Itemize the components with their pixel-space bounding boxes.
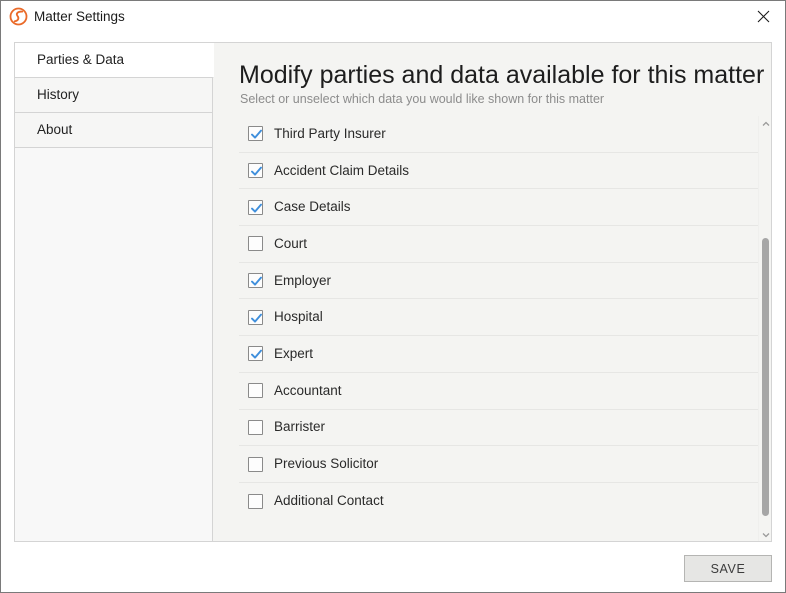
list-item-label: Expert: [274, 345, 314, 361]
list-item[interactable]: Accident Claim Details: [239, 152, 758, 190]
matter-settings-dialog: Matter Settings Parties & Data History A…: [0, 0, 786, 593]
list-item-label: Court: [274, 235, 308, 251]
content-area: Modify parties and data available for th…: [213, 43, 771, 541]
sidebar-item-history[interactable]: History: [15, 78, 212, 113]
checkbox-unchecked[interactable]: [248, 236, 263, 252]
list-scrollbar[interactable]: [758, 116, 771, 541]
scrollbar-thumb[interactable]: [762, 238, 769, 516]
list-item[interactable]: Barrister: [239, 409, 758, 447]
list-item[interactable]: Employer: [239, 262, 758, 300]
sidebar-item-about[interactable]: About: [15, 113, 212, 148]
checkbox-checked[interactable]: [248, 273, 263, 289]
save-button[interactable]: SAVE: [684, 555, 772, 582]
list-item-label: Case Details: [274, 199, 351, 215]
list-item[interactable]: Accountant: [239, 372, 758, 410]
list-item[interactable]: Court: [239, 226, 758, 263]
checkbox-checked[interactable]: [248, 163, 263, 179]
checkbox-checked[interactable]: [248, 199, 263, 215]
dialog-footer: SAVE: [1, 542, 785, 592]
checkbox-checked[interactable]: [248, 126, 263, 142]
scroll-down-button[interactable]: [759, 527, 771, 541]
list-item-label: Accountant: [274, 382, 342, 398]
checkbox-unchecked[interactable]: [248, 383, 263, 399]
checkbox-unchecked[interactable]: [248, 419, 263, 435]
list-item[interactable]: Previous Solicitor: [239, 446, 758, 483]
checkbox-unchecked[interactable]: [248, 493, 263, 509]
settings-panel: Parties & Data History About Modify part…: [14, 42, 772, 542]
parties-data-list: Third Party Insurer Accident Claim Detail…: [239, 116, 758, 520]
list-item[interactable]: Expert: [239, 336, 758, 373]
list-item-label: Third Party Insurer: [274, 125, 386, 141]
close-icon: [757, 10, 770, 23]
list-item[interactable]: Case Details: [239, 189, 758, 227]
window-title: Matter Settings: [34, 9, 125, 24]
list-item[interactable]: Hospital: [239, 299, 758, 337]
parties-data-list-region: Third Party Insurer Accident Claim Detail…: [239, 116, 771, 541]
sidebar-tabs: Parties & Data History About: [15, 43, 214, 541]
sidebar-item-parties-and-data[interactable]: Parties & Data: [15, 43, 214, 78]
list-item[interactable]: Additional Contact: [239, 482, 758, 520]
chevron-up-icon: [762, 116, 770, 132]
list-item-label: Additional Contact: [274, 493, 384, 509]
close-button[interactable]: [741, 1, 785, 31]
sidebar-item-label: History: [37, 87, 80, 102]
smokeball-logo-icon: [9, 7, 28, 26]
chevron-down-icon: [762, 525, 770, 541]
list-item[interactable]: Third Party Insurer: [239, 116, 758, 153]
list-item-label: Barrister: [274, 419, 326, 435]
page-title: Modify parties and data available for th…: [239, 61, 765, 89]
checkbox-checked[interactable]: [248, 309, 263, 325]
page-subtitle: Select or unselect which data you would …: [240, 92, 605, 106]
checkbox-unchecked[interactable]: [248, 456, 263, 472]
checkbox-checked[interactable]: [248, 346, 263, 362]
sidebar-item-label: Parties & Data: [37, 52, 125, 67]
scroll-up-button[interactable]: [759, 116, 771, 130]
title-bar: Matter Settings: [1, 1, 785, 32]
list-item-label: Employer: [274, 272, 332, 288]
list-item-label: Hospital: [274, 309, 323, 325]
list-item-label: Accident Claim Details: [274, 162, 410, 178]
list-item-label: Previous Solicitor: [274, 456, 379, 472]
sidebar-item-label: About: [37, 122, 73, 137]
save-button-label: SAVE: [710, 561, 746, 576]
